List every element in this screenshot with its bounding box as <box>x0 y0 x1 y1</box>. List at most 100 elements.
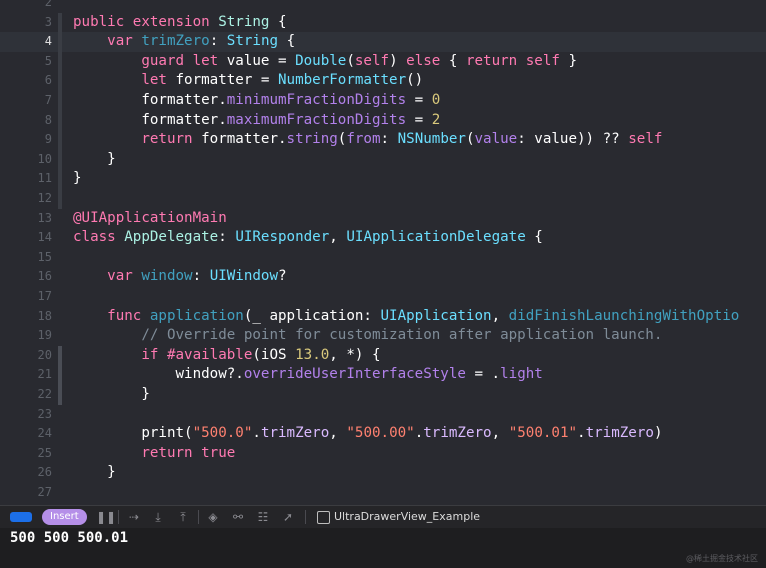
code-token: ) <box>389 52 407 69</box>
code-token: { <box>269 13 287 30</box>
line-number[interactable]: 22 <box>0 385 52 405</box>
code-line[interactable]: 8 formatter.maximumFractionDigits = 2 <box>0 111 766 131</box>
code-token: formatter. <box>73 92 227 108</box>
code-line[interactable]: 13 @UIApplicationMain <box>0 209 766 229</box>
line-number[interactable]: 20 <box>0 346 52 366</box>
code-token: , <box>491 425 509 442</box>
target-icon <box>317 511 330 524</box>
code-token: : value)) ?? <box>517 131 629 148</box>
line-number[interactable]: 16 <box>0 267 52 287</box>
line-number[interactable]: 7 <box>0 91 52 111</box>
code-token: else <box>406 52 441 69</box>
line-number[interactable]: 21 <box>0 365 52 385</box>
code-line[interactable]: 17 <box>0 287 766 307</box>
code-text: window?.overrideUserInterfaceStyle = .li… <box>73 365 543 385</box>
code-line[interactable]: 25 return true <box>0 444 766 464</box>
code-token: "500.0" <box>192 425 253 442</box>
line-number[interactable]: 17 <box>0 287 52 307</box>
code-token: . <box>577 425 586 442</box>
code-line[interactable]: 15 <box>0 248 766 268</box>
code-line[interactable]: 21 window?.overrideUserInterfaceStyle = … <box>0 365 766 385</box>
source-change-bar[interactable] <box>58 345 62 405</box>
code-token: value <box>474 131 518 148</box>
line-number[interactable]: 23 <box>0 405 52 425</box>
console-toggle-icon[interactable] <box>10 512 32 522</box>
code-line[interactable]: 14 class AppDelegate: UIResponder, UIAppl… <box>0 228 766 248</box>
code-token: trimZero <box>585 425 654 442</box>
code-line[interactable]: 20 if #available(iOS 13.0, *) { <box>0 346 766 366</box>
line-number[interactable]: 26 <box>0 463 52 483</box>
view-debugger-icon[interactable]: ◈ <box>205 509 221 525</box>
code-line[interactable]: 10 } <box>0 150 766 170</box>
code-line[interactable]: 24 print("500.0".trimZero, "500.00".trim… <box>0 424 766 444</box>
code-text: guard let value = Double(self) else { re… <box>73 52 577 72</box>
environment-overrides-icon[interactable]: ☷ <box>255 509 271 525</box>
code-token: NSNumber <box>397 131 466 148</box>
line-number[interactable]: 4 <box>0 32 52 52</box>
line-number[interactable]: 19 <box>0 326 52 346</box>
code-line[interactable]: 7 formatter.minimumFractionDigits = 0 <box>0 91 766 111</box>
code-line[interactable]: 26 } <box>0 463 766 483</box>
code-line[interactable]: 12 <box>0 189 766 209</box>
code-token: didFinishLaunchingWithOptio <box>508 307 740 324</box>
code-token: light <box>500 366 543 383</box>
code-token: } <box>559 52 578 69</box>
code-token: self <box>628 131 663 148</box>
line-number[interactable]: 25 <box>0 444 52 464</box>
code-token: window <box>141 268 193 285</box>
code-token: trimZero <box>141 33 210 50</box>
code-editor[interactable]: 2 3 public extension String {4 var trimZer… <box>0 0 766 502</box>
line-number[interactable]: 15 <box>0 248 52 268</box>
code-text: if #available(iOS 13.0, *) { <box>73 346 380 366</box>
memory-graph-icon[interactable]: ⚯ <box>230 509 246 525</box>
code-token: String <box>226 33 279 50</box>
line-number[interactable]: 6 <box>0 71 52 91</box>
code-text: } <box>73 385 150 405</box>
code-line[interactable]: 23 <box>0 405 766 425</box>
line-number[interactable]: 13 <box>0 209 52 229</box>
code-line[interactable]: 11} <box>0 169 766 189</box>
code-line[interactable]: 16 var window: UIWindow? <box>0 267 766 287</box>
line-number[interactable]: 14 <box>0 228 52 248</box>
code-line[interactable]: 27 <box>0 483 766 502</box>
target-name[interactable]: UltraDrawerView_Example <box>334 506 480 528</box>
code-line[interactable]: 4 var trimZero: String { <box>0 32 766 52</box>
debug-bar: Insert ❚❚ ⇢ ⤓ ⤒ ◈ ⚯ ☷ ➚ UltraDrawerView_… <box>0 505 766 528</box>
code-text: } <box>73 169 82 189</box>
code-token: . <box>414 425 424 442</box>
code-text: let formatter = NumberFormatter() <box>73 71 423 91</box>
source-change-bar[interactable] <box>58 12 62 209</box>
line-number[interactable]: 27 <box>0 483 52 502</box>
line-number[interactable]: 2 <box>0 0 52 13</box>
step-out-icon[interactable]: ⤒ <box>175 509 191 525</box>
line-number[interactable]: 12 <box>0 189 52 209</box>
step-over-icon[interactable]: ⇢ <box>126 509 142 525</box>
code-line[interactable]: 2 <box>0 0 766 13</box>
line-number[interactable]: 8 <box>0 111 52 131</box>
code-line[interactable]: 9 return formatter.string (from: NSNumber… <box>0 130 766 150</box>
step-into-icon[interactable]: ⤓ <box>150 509 166 525</box>
code-token: { <box>440 52 466 69</box>
code-line[interactable]: 18 func application(_ application: UIApp… <box>0 307 766 327</box>
line-number[interactable]: 9 <box>0 130 52 150</box>
line-number[interactable]: 11 <box>0 169 52 189</box>
line-number[interactable]: 18 <box>0 307 52 327</box>
code-line[interactable]: 5 guard let value = Double(self) else { … <box>0 52 766 72</box>
code-token: #available <box>166 346 253 363</box>
line-number[interactable]: 3 <box>0 13 52 33</box>
code-token: func <box>73 307 150 324</box>
code-text: formatter.minimumFractionDigits = 0 <box>73 91 440 111</box>
code-text: public extension String { <box>73 13 287 33</box>
code-token: trimZero <box>260 425 330 442</box>
code-line[interactable]: 3 public extension String { <box>0 13 766 33</box>
pause-icon[interactable]: ❚❚ <box>96 509 116 525</box>
console-area[interactable]: 500 500 500.01 @稀土掘金技术社区 <box>0 528 766 568</box>
line-number[interactable]: 24 <box>0 424 52 444</box>
code-token: value = <box>226 52 296 69</box>
location-icon[interactable]: ➚ <box>280 509 296 525</box>
code-line[interactable]: 22 } <box>0 385 766 405</box>
line-number[interactable]: 5 <box>0 52 52 72</box>
code-line[interactable]: 19 // Override point for customization a… <box>0 326 766 346</box>
code-line[interactable]: 6 let formatter = NumberFormatter() <box>0 71 766 91</box>
line-number[interactable]: 10 <box>0 150 52 170</box>
